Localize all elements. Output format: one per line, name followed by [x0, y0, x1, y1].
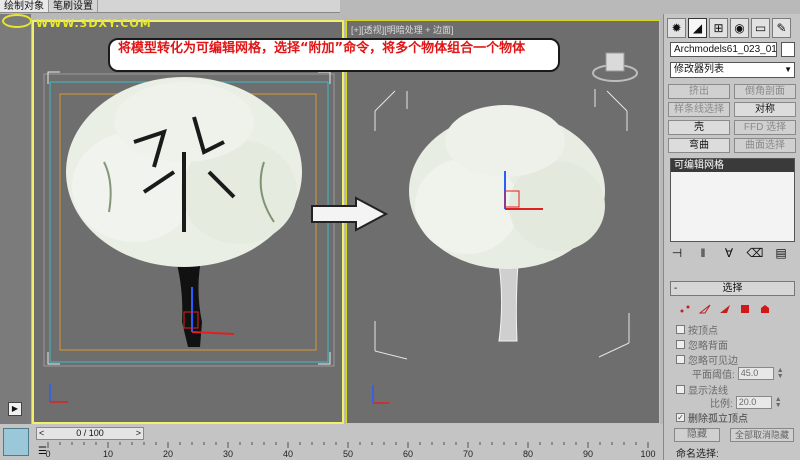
delete-isolated-vertices-checkbox[interactable]: ✓ 删除孤立顶点 — [676, 410, 748, 425]
bevel-profile-button[interactable]: 倒角剖面 — [734, 84, 796, 99]
element-icon[interactable] — [758, 303, 772, 315]
timeline-tick-label: 80 — [523, 449, 533, 459]
mini-listener-button[interactable] — [3, 428, 29, 456]
ffd-select-button[interactable]: FFD 选择 — [734, 120, 796, 135]
plane-threshold-spinner[interactable]: 45.0 — [737, 367, 774, 380]
edge-icon[interactable] — [698, 303, 712, 315]
vertex-icon[interactable] — [678, 303, 692, 315]
tab-brush-settings[interactable]: 笔刷设置 — [49, 0, 98, 12]
plane-threshold-label: 平面阈值: — [692, 370, 735, 381]
sub-object-levels — [678, 303, 772, 315]
checkbox-box — [676, 385, 685, 394]
watermark-url: WWW.3DXY.COM — [36, 17, 152, 30]
spinner-arrows-icon[interactable]: ▲ ▼ — [777, 367, 784, 380]
modifier-list-dropdown[interactable]: 修改器列表 ▼ — [670, 62, 795, 78]
time-slider[interactable]: < 0 / 100 > — [36, 427, 144, 440]
timeline-tick-label: 70 — [463, 449, 473, 459]
left-viewport[interactable] — [32, 20, 344, 424]
tree-canopy-right — [409, 105, 605, 269]
hierarchy-icon[interactable]: ⊞ — [709, 18, 728, 38]
timeline-tick-label: 50 — [343, 449, 353, 459]
modifier-list-label: 修改器列表 — [674, 64, 724, 75]
right-viewport[interactable]: [+][透视][明暗处理 + 边面] — [346, 20, 660, 424]
top-tabs: 绘制对象 笔刷设置 — [0, 0, 340, 13]
remove-modifier-icon[interactable]: ⌫ — [746, 246, 764, 260]
timeline: < 0 / 100 > ☰ 0 10 20 30 40 50 60 70 80 90 100 — [0, 424, 663, 460]
hide-button[interactable]: 隐藏 — [674, 428, 720, 442]
surface-select-button[interactable]: 曲面选择 — [734, 138, 796, 153]
command-panel: ✹ ◢ ⊞ ◉ ▭ ✎ Archmodels61_023_01 修改器列表 ▼ … — [663, 14, 800, 460]
left-toolbar-strip — [0, 14, 31, 424]
app-window: 绘制对象 笔刷设置 ▶ [+][透视][明暗处理 + 边面] WWW.3DXY.… — [0, 0, 800, 460]
shell-button[interactable]: 壳 — [668, 120, 730, 135]
timeline-ruler[interactable]: 0 10 20 30 40 50 60 70 80 90 100 — [36, 442, 660, 460]
scale-label: 比例: — [710, 399, 733, 410]
symmetry-button[interactable]: 对称 — [734, 102, 796, 117]
checkbox-label: 按顶点 — [688, 326, 718, 337]
checkbox-box: ✓ — [676, 413, 685, 422]
selection-rollout-header[interactable]: - 选择 — [670, 281, 795, 296]
play-icon[interactable]: ▶ — [8, 402, 22, 416]
rollout-title: 选择 — [722, 283, 743, 294]
checkbox-box — [676, 325, 685, 334]
panel-tabs: ✹ ◢ ⊞ ◉ ▭ ✎ — [667, 18, 791, 38]
tutorial-callout: 将模型转化为可编辑网格，选择“附加”命令，将多个物体组合一个物体 — [108, 38, 560, 72]
frame-display: 0 / 100 — [76, 428, 104, 438]
timeline-tick-label: 60 — [403, 449, 413, 459]
checkbox-label: 忽略背面 — [688, 341, 728, 352]
timeline-tick-label: 100 — [640, 449, 655, 459]
motion-icon[interactable]: ◉ — [730, 18, 749, 38]
chevron-right-icon[interactable]: > — [136, 428, 141, 439]
pin-stack-icon[interactable]: ⊣ — [668, 246, 686, 260]
chevron-down-icon: ▼ — [784, 65, 792, 74]
tree-canopy-left — [66, 77, 302, 267]
modifier-stack[interactable]: 可编辑网格 — [670, 158, 795, 242]
right-viewport-scene — [372, 52, 638, 404]
by-vertex-checkbox[interactable]: 按顶点 — [676, 322, 718, 337]
face-icon[interactable] — [718, 303, 732, 315]
stack-tools: ⊣ ‖ ∀ ⌫ ▤ — [668, 246, 798, 260]
ignore-visible-edges-checkbox[interactable]: 忽略可见边 — [676, 352, 738, 367]
watermark-logo-icon — [2, 14, 32, 28]
configure-sets-icon[interactable]: ▤ — [772, 246, 790, 260]
make-unique-icon[interactable]: ∀ — [720, 246, 738, 260]
spline-select-button[interactable]: 样条线选择 — [668, 102, 730, 117]
extrude-button[interactable]: 挤出 — [668, 84, 730, 99]
bend-button[interactable]: 弯曲 — [668, 138, 730, 153]
timeline-tick-label: 20 — [163, 449, 173, 459]
timeline-tick-label: 90 — [583, 449, 593, 459]
checkbox-label: 删除孤立顶点 — [688, 414, 748, 425]
utilities-icon[interactable]: ✎ — [772, 18, 791, 38]
object-color-swatch[interactable] — [781, 42, 795, 57]
tab-draw-objects[interactable]: 绘制对象 — [0, 0, 49, 12]
stack-item-editable-mesh[interactable]: 可编辑网格 — [671, 159, 794, 172]
named-selection-label: 命名选择: — [676, 449, 719, 460]
scale-row: 比例: 20.0 ▲ ▼ — [710, 395, 782, 411]
spinner-arrows-icon[interactable]: ▲ ▼ — [775, 396, 782, 409]
timeline-tick-label: 40 — [283, 449, 293, 459]
plane-threshold-row: 平面阈值: 45.0 ▲ ▼ — [692, 366, 784, 382]
object-name-field[interactable]: Archmodels61_023_01 — [670, 42, 777, 57]
checkbox-label: 忽略可见边 — [688, 356, 738, 367]
ignore-backfacing-checkbox[interactable]: 忽略背面 — [676, 337, 728, 352]
stack-item-label: 可编辑网格 — [674, 160, 724, 171]
timeline-tick-label: 10 — [103, 449, 113, 459]
collapse-icon: - — [674, 283, 678, 294]
polygon-icon[interactable] — [738, 303, 752, 315]
display-icon[interactable]: ▭ — [751, 18, 770, 38]
create-icon[interactable]: ✹ — [667, 18, 686, 38]
right-arrow-icon — [311, 196, 389, 232]
show-end-result-icon[interactable]: ‖ — [694, 246, 712, 260]
timeline-tick-label: 0 — [45, 449, 50, 459]
unhide-all-button[interactable]: 全部取消隐藏 — [730, 428, 794, 442]
scale-spinner[interactable]: 20.0 — [735, 396, 772, 409]
timeline-tick-label: 30 — [223, 449, 233, 459]
checkbox-box — [676, 340, 685, 349]
left-viewport-scene — [43, 71, 335, 403]
modify-icon[interactable]: ◢ — [688, 18, 707, 38]
checkbox-box — [676, 355, 685, 364]
